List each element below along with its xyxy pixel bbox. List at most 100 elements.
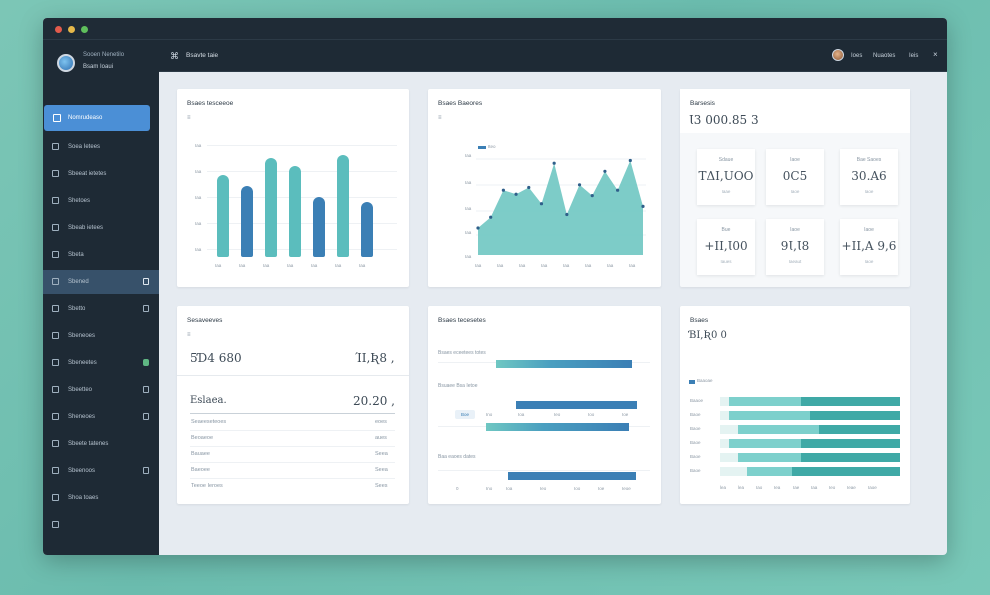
close-icon[interactable]: × [933,50,938,59]
close-window-button[interactable] [55,26,62,33]
stack-segment[interactable] [729,411,810,420]
sidebar-item[interactable]: Sbeta [43,243,159,267]
hbar-mark[interactable] [486,423,629,431]
stack-segment[interactable] [747,467,792,476]
topbar-link[interactable]: Ieis [909,53,918,59]
bar-mark[interactable] [265,158,277,257]
menu-icon[interactable]: ⌘ [170,51,179,62]
bar-mark[interactable] [217,174,229,257]
stack-segment[interactable] [720,397,729,406]
settings-icon [52,521,59,528]
stack-segment[interactable] [720,467,747,476]
stacked-bar-card: Bsaes ƁΙ,Ʀ0 0 Baaoae Baaoe Baoe Baoe Baoe Ba… [680,306,910,504]
data-point[interactable] [476,226,480,230]
sidebar-item[interactable]: Sbeete tatenes [43,432,159,456]
card-title: Bsaes tesceeoe [187,100,234,107]
data-point[interactable] [641,204,645,208]
sidebar-item[interactable]: Sbeab ietees [43,216,159,240]
data-point[interactable] [590,194,594,198]
logo-icon [57,54,75,72]
stack-segment[interactable] [720,439,729,448]
kpi-tile[interactable]: Bae Saoes 30.A6 Iaoe [840,149,898,205]
sidebar-item-label: Sbened [68,279,89,285]
legend-swatch [689,380,695,384]
row-label: Baoe [690,412,701,417]
stack-segment[interactable] [720,425,738,434]
row-label: Baoe [690,440,701,445]
data-point[interactable] [552,161,556,165]
sidebar: Sooen Nenetilo Bsam Ioaui Nomrudeaso Soe… [43,40,159,555]
hbar-mark[interactable] [508,472,636,480]
stack-segment[interactable] [801,439,900,448]
hbar-mark[interactable] [516,401,637,409]
row-label: Baoe [690,454,701,459]
sidebar-item[interactable]: Sheneoes [43,405,159,429]
data-point[interactable] [539,202,544,206]
data-point[interactable] [565,212,569,217]
card-title: Sesaveeves [187,317,223,324]
data-point[interactable] [514,192,518,196]
sidebar-item[interactable]: Sbetto [43,297,159,321]
user-icon [52,467,59,474]
sidebar-item[interactable]: Shetoes [43,189,159,213]
list-item-value: Seea [375,451,388,457]
sidebar-item[interactable]: Sbeeat ietetes [43,162,159,186]
kpi-tile[interactable]: Sdaue TΔΙ,UOO Iaae [697,149,755,205]
sidebar-item[interactable]: Sbeneetes [43,351,159,375]
page-title: Bsavte taie [186,52,219,59]
bar-mark[interactable] [289,166,301,257]
brand: Sooen Nenetilo Bsam Ioaui [43,40,159,94]
sidebar-item-selected[interactable]: Sbened [43,270,159,294]
maximize-window-button[interactable] [81,26,88,33]
stack-segment[interactable] [810,411,900,420]
stack-segment[interactable] [819,425,900,434]
sidebar-item[interactable]: Soea Ietees [43,135,159,159]
bar-mark[interactable] [313,196,325,257]
data-point[interactable] [501,188,505,192]
stats-card: Sesaveeves ≡ 5Ɗ4 680 ΊΙ,Ʀ8 , Eslaea. 20.… [177,306,409,504]
sidebar-item-label: Sbeete tatenes [68,441,109,447]
stack-segment[interactable] [738,425,819,434]
kpi-tile[interactable]: Iaoe 9Ɩ,Ɩ8 Iaeaut [766,219,824,275]
stack-segment[interactable] [729,397,801,406]
list-item-label: Seaeeseteoes [191,419,227,425]
bar-mark[interactable] [361,202,373,257]
data-point[interactable] [628,158,632,163]
topbar-link[interactable]: Nuaotes [873,53,895,59]
stack-segment[interactable] [801,397,900,406]
bar-mark[interactable] [241,185,253,257]
sidebar-item-active[interactable]: Nomrudeaso [44,105,150,131]
kpi-tile[interactable]: Iaoe +ΙΙ,A 9,6 Iaoe [840,219,898,275]
card-title: Bsaes tecesetes [438,317,486,324]
stack-segment[interactable] [792,467,900,476]
data-point[interactable] [489,215,493,219]
kpi-tile[interactable]: Iaoe 0C5 Iaoe [766,149,824,205]
stack-segment[interactable] [738,453,801,462]
hbar-mark[interactable] [496,360,633,368]
brand-sub: Bsam Ioaui [83,64,114,70]
sidebar-item-label: Sbeenoos [68,468,96,474]
bar-mark[interactable] [337,155,349,257]
data-point[interactable] [577,183,582,187]
data-point[interactable] [527,185,531,190]
data-point[interactable] [603,169,607,173]
stack-segment[interactable] [729,439,801,448]
kpi-tile[interactable]: Bue +ΙΙ,Ɩ00 Iaues [697,219,755,275]
group-tag[interactable]: Boe [455,410,475,419]
topbar-link[interactable]: Ioes [851,53,862,59]
stack-segment[interactable] [720,453,738,462]
data-point[interactable] [616,188,620,192]
sidebar-item[interactable]: Shoa toaes [43,486,159,510]
list-item-label: Bauaee [191,451,210,457]
avatar[interactable] [832,49,844,61]
stack-segment[interactable] [801,453,900,462]
kpi-total: Ɩ3 000.85 3 [689,113,759,127]
sidebar-item[interactable] [43,513,159,537]
group-label: Bsaes eceetees totes [438,350,486,356]
row-label: Baoe [690,468,701,473]
sidebar-item[interactable]: Sbeneoes [43,324,159,348]
sidebar-item[interactable]: Sbeetteo [43,378,159,402]
sidebar-item[interactable]: Sbeenoos [43,459,159,483]
minimize-window-button[interactable] [68,26,75,33]
stack-segment[interactable] [720,411,729,420]
